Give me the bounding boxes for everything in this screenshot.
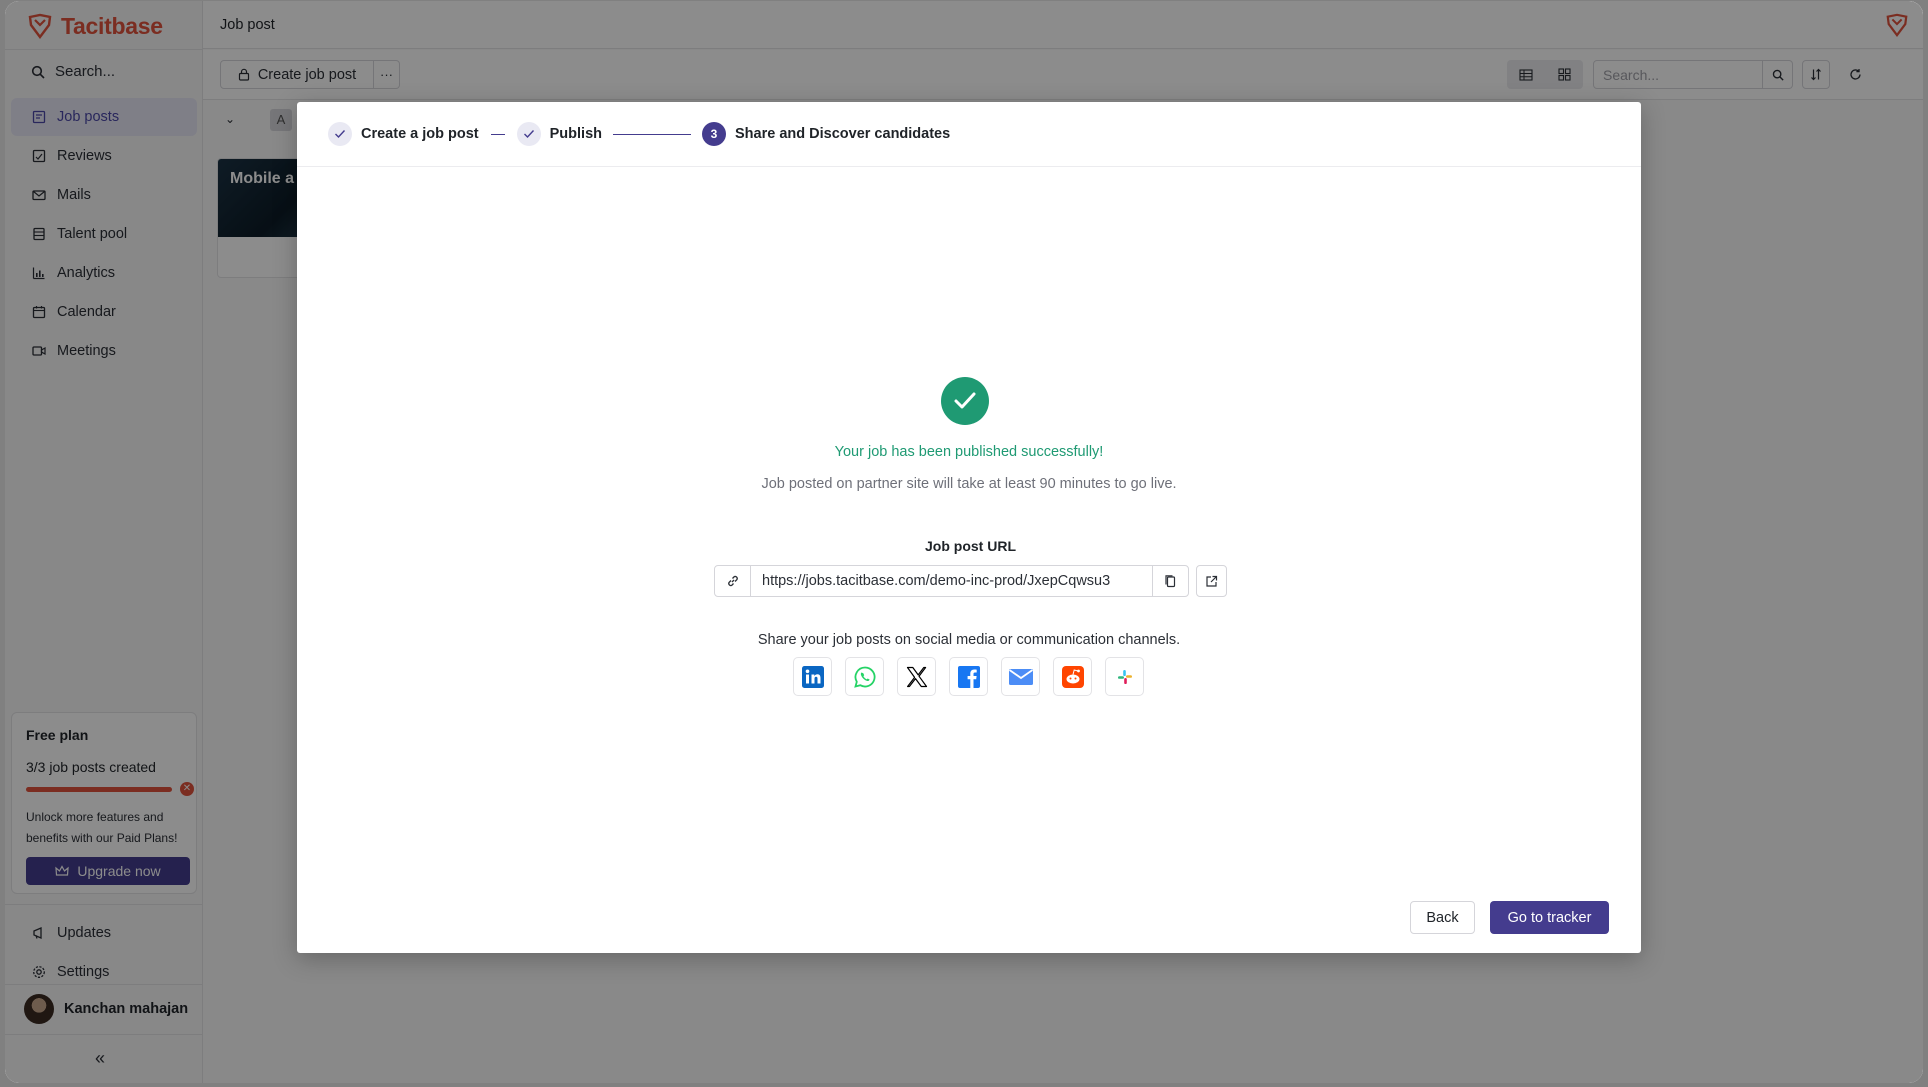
share-x-button[interactable] [897,657,936,696]
share-whatsapp-button[interactable] [845,657,884,696]
slack-icon [1117,669,1132,684]
success-check-icon [941,377,989,425]
link-icon [715,566,751,596]
external-link-icon [1206,575,1218,587]
step-number: 3 [702,122,727,146]
success-title: Your job has been published successfully… [834,444,1104,460]
x-icon [906,666,927,687]
modal-divider [297,166,1641,167]
share-linkedin-button[interactable] [793,657,832,696]
share-slack-button[interactable] [1105,657,1144,696]
step-label: Publish [549,126,603,142]
share-reddit-button[interactable] [1053,657,1092,696]
step-label: Create a job post [361,126,479,142]
success-subtitle: Job posted on partner site will take at … [761,476,1177,492]
check-icon [328,122,352,146]
share-facebook-button[interactable] [949,657,988,696]
step-share-discover: 3 Share and Discover candidates [702,122,950,146]
email-icon [1008,668,1033,685]
job-post-url-input[interactable] [751,566,1152,596]
copy-url-button[interactable] [1152,566,1188,596]
linkedin-icon [801,665,824,688]
copy-icon [1165,575,1176,588]
step-connector [490,133,505,135]
back-button[interactable]: Back [1410,901,1475,934]
step-label: Share and Discover candidates [735,126,951,142]
stepper: Create a job post Publish 3 Share and Di… [328,122,950,146]
share-buttons [793,657,1144,696]
job-post-url-label: Job post URL [925,538,1016,554]
app-window: Tacitbase Search... Job posts Reviews Ma… [5,1,1923,1083]
whatsapp-icon [853,666,875,688]
share-instructions: Share your job posts on social media or … [757,632,1181,648]
facebook-icon [957,665,980,688]
check-icon [516,122,541,146]
reddit-icon [1061,665,1084,688]
open-url-button[interactable] [1196,565,1227,597]
publish-success-modal: Create a job post Publish 3 Share and Di… [297,102,1641,953]
step-create-job-post: Create a job post [328,122,479,146]
step-connector [613,133,692,135]
step-publish: Publish [516,122,603,146]
share-email-button[interactable] [1001,657,1040,696]
go-to-tracker-button[interactable]: Go to tracker [1490,901,1609,934]
job-post-url-field [714,565,1189,597]
